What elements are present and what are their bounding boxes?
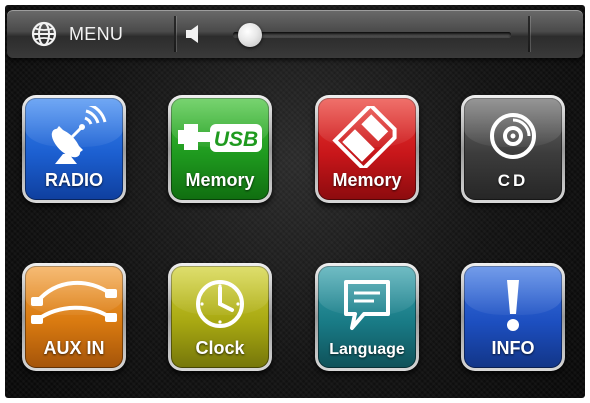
speech-bubble-icon — [318, 274, 416, 336]
satellite-dish-icon — [25, 106, 123, 168]
info-tile[interactable]: INFO — [461, 263, 565, 371]
menu-button[interactable]: MENU — [13, 14, 169, 54]
language-tile[interactable]: Language — [315, 263, 419, 371]
sd-memory-label: Memory — [332, 170, 402, 190]
menu-label: MENU — [69, 23, 124, 44]
cd-tile[interactable]: CD — [461, 95, 565, 203]
top-bar: MENU — [7, 10, 583, 58]
aux-in-tile[interactable]: AUX IN — [22, 263, 126, 371]
info-label: INFO — [491, 338, 535, 358]
exclamation-icon — [464, 274, 562, 336]
aux-cable-icon — [25, 274, 123, 336]
topbar-divider — [528, 16, 530, 52]
svg-text:USB: USB — [214, 128, 258, 151]
clock-icon — [171, 274, 269, 336]
language-label: Language — [329, 341, 405, 358]
topbar-divider — [174, 16, 176, 52]
clock-tile[interactable]: Clock — [168, 263, 272, 371]
usb-memory-label: Memory — [185, 170, 255, 190]
head-unit-screen: MENU RADIO USB Memory Memory CD AUX IN C… — [5, 5, 585, 398]
radio-tile[interactable]: RADIO — [22, 95, 126, 203]
sd-memory-tile[interactable]: Memory — [315, 95, 419, 203]
usb-memory-tile[interactable]: USB Memory — [168, 95, 272, 203]
volume-slider-thumb[interactable] — [237, 23, 262, 47]
aux-in-label: AUX IN — [43, 338, 105, 358]
globe-icon — [31, 21, 57, 47]
speaker-icon[interactable] — [184, 24, 206, 44]
clock-label: Clock — [195, 338, 245, 358]
volume-slider[interactable] — [233, 23, 511, 47]
disc-icon — [464, 106, 562, 168]
usb-icon: USB — [171, 106, 269, 168]
app-grid: RADIO USB Memory Memory CD AUX IN Clock … — [5, 5, 585, 398]
cd-label: CD — [497, 171, 529, 190]
radio-label: RADIO — [45, 170, 103, 190]
sd-card-icon — [318, 106, 416, 168]
